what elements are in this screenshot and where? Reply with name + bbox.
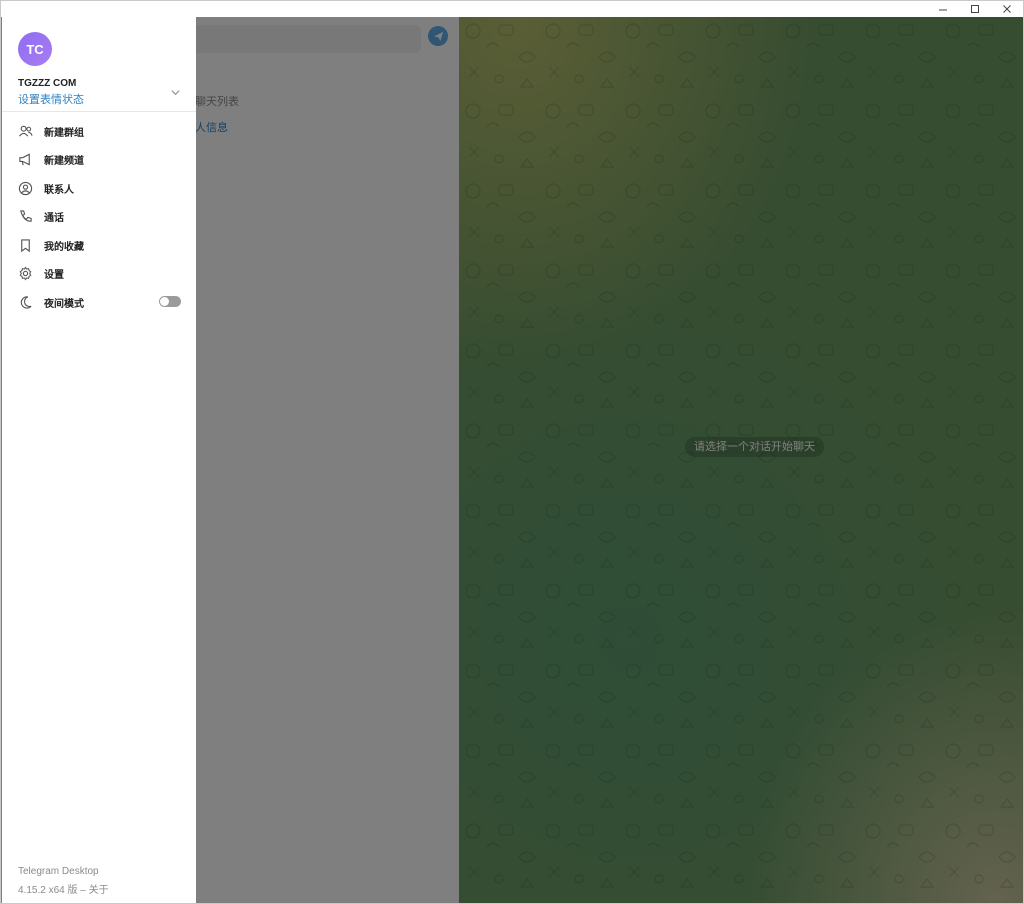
account-switcher-button[interactable]: [168, 85, 182, 99]
phone-icon: [17, 209, 33, 225]
menu-item-label: 联系人: [44, 184, 74, 196]
title-bar: [1, 1, 1023, 17]
menu-item-settings[interactable]: 设置: [2, 260, 196, 289]
menu-item-label: 新建群组: [44, 127, 84, 139]
users-icon: [17, 123, 33, 139]
menu-item-label: 设置: [44, 270, 64, 282]
megaphone-icon: [17, 152, 33, 168]
menu-item-label: 夜间模式: [44, 298, 84, 310]
close-icon: [1003, 5, 1011, 13]
maximize-icon: [971, 5, 979, 13]
menu-item-label: 我的收藏: [44, 241, 84, 253]
menu-item-contacts[interactable]: 联系人: [2, 174, 196, 203]
night-mode-toggle[interactable]: [159, 296, 181, 307]
app-name: Telegram Desktop: [18, 866, 99, 877]
profile-name: TGZZZ COM: [18, 78, 77, 89]
bookmark-icon: [17, 237, 33, 253]
contact-icon: [17, 180, 33, 196]
maximize-button[interactable]: [959, 1, 991, 17]
menu-item-saved-messages[interactable]: 我的收藏: [2, 231, 196, 260]
menu-item-label: 通话: [44, 213, 64, 225]
close-button[interactable]: [991, 1, 1023, 17]
menu-item-label: 新建频道: [44, 156, 84, 168]
menu-item-night-mode[interactable]: 夜间模式: [2, 288, 196, 317]
minimize-icon: [939, 9, 947, 11]
gear-icon: [17, 266, 33, 282]
menu-item-calls[interactable]: 通话: [2, 203, 196, 232]
menu-item-new-group[interactable]: 新建群组: [2, 117, 196, 146]
window-controls: [927, 1, 1023, 17]
avatar[interactable]: TC: [18, 32, 52, 66]
app-window: 此是您的聊天列表 新建联系人信息 请选择一个对话开始聊天 TC TG: [0, 0, 1024, 904]
set-emoji-status-link[interactable]: 设置表情状态: [18, 91, 84, 107]
side-menu: TC TGZZZ COM 设置表情状态 新建群组 新建频道 联系人 通话 我的收…: [2, 17, 196, 903]
chevron-down-icon: [170, 89, 180, 95]
menu-divider: [2, 111, 196, 112]
app-version-about-link[interactable]: 4.15.2 x64 版 – 关于: [18, 881, 109, 896]
minimize-button[interactable]: [927, 1, 959, 17]
menu-item-new-channel[interactable]: 新建频道: [2, 146, 196, 175]
menu-list: 新建群组 新建频道 联系人 通话 我的收藏 设置 夜间模式: [2, 117, 196, 317]
moon-icon: [17, 294, 33, 310]
toggle-knob: [160, 297, 169, 306]
